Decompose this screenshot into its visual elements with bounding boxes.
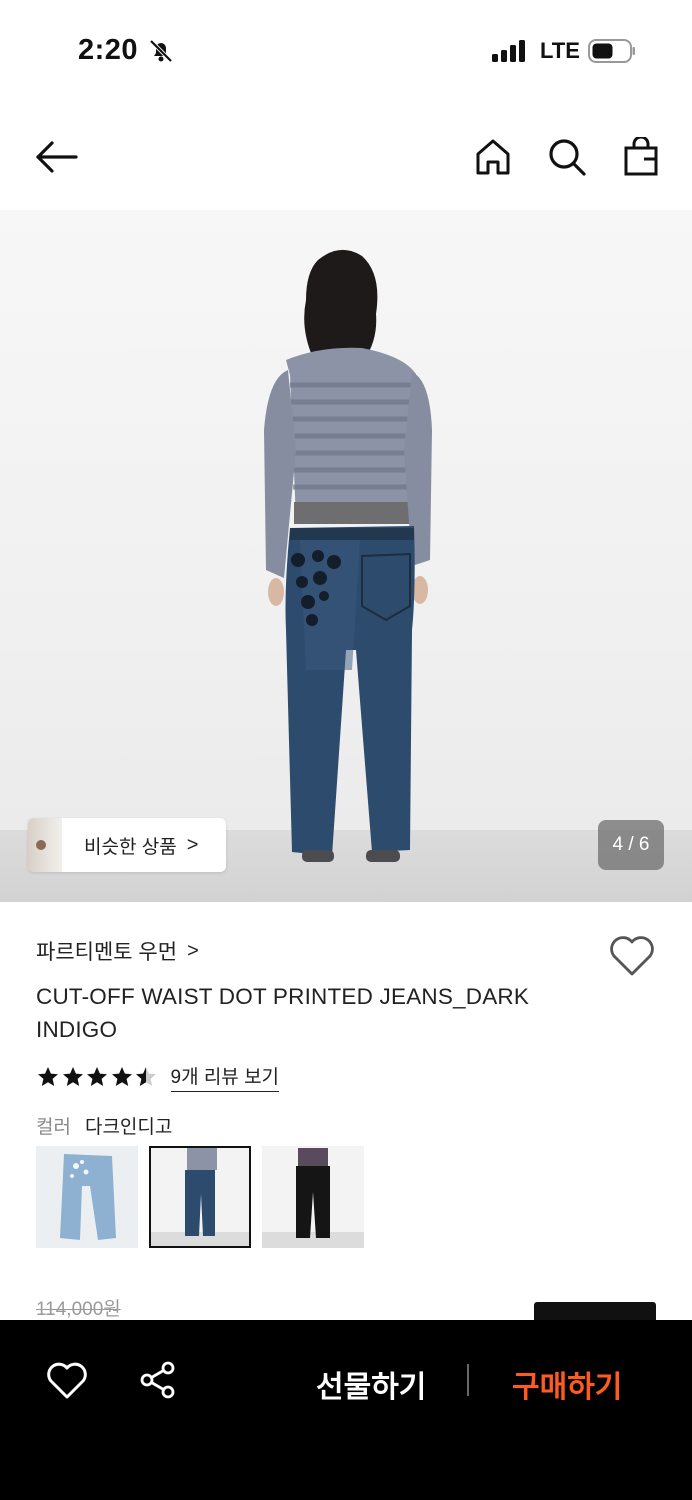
- top-nav: [0, 104, 692, 210]
- home-button[interactable]: [470, 134, 516, 180]
- bottom-action-bar: 선물하기 구매하기: [0, 1320, 692, 1500]
- star-filled-icon: [38, 1067, 58, 1086]
- battery-icon: [588, 39, 635, 63]
- signal-icon: [492, 40, 525, 62]
- color-swatch-light-blue[interactable]: [36, 1146, 138, 1248]
- coupon-button[interactable]: [534, 1302, 656, 1322]
- buy-button[interactable]: 구매하기: [512, 1362, 622, 1406]
- shopping-bag-button[interactable]: [618, 134, 664, 180]
- similar-product-thumbnail: [28, 818, 62, 872]
- swatch-image-light-jeans: [36, 1146, 138, 1248]
- swatch-image-dark-jeans: [149, 1146, 251, 1248]
- status-bar: 2:20 LTE: [0, 0, 692, 104]
- search-button[interactable]: [544, 134, 590, 180]
- color-swatch-black[interactable]: [262, 1146, 364, 1248]
- original-price: 114,000원: [36, 1299, 121, 1320]
- star-filled-icon: [87, 1067, 107, 1086]
- shopping-bag-icon: [624, 137, 658, 176]
- brand-name: 파르티멘토 우먼: [36, 941, 178, 964]
- rating-row: 9개 리뷰 보기: [36, 1062, 280, 1092]
- share-icon: [140, 1361, 175, 1399]
- color-row: 컬러 다크인디고: [36, 1112, 172, 1139]
- heart-icon: [47, 1362, 87, 1399]
- bottom-wishlist-button[interactable]: [46, 1360, 88, 1402]
- search-icon: [549, 139, 586, 176]
- chevron-right-icon: >: [186, 833, 199, 856]
- color-label: 컬러: [36, 1117, 71, 1138]
- arrow-left-icon: [36, 141, 78, 173]
- wishlist-button[interactable]: [608, 934, 656, 978]
- star-filled-icon: [62, 1067, 83, 1086]
- back-button[interactable]: [30, 134, 82, 180]
- product-photo: [264, 249, 432, 862]
- star-filled-icon: [111, 1067, 132, 1086]
- similar-products-button[interactable]: 비슷한 상품 >: [28, 818, 226, 872]
- home-icon: [476, 139, 510, 175]
- swatch-image-black-jeans: [262, 1146, 364, 1248]
- image-page-indicator: 4 / 6: [598, 820, 664, 870]
- gift-button[interactable]: 선물하기: [316, 1362, 426, 1406]
- color-value: 다크인디고: [84, 1117, 173, 1138]
- product-title: CUT-OFF WAIST DOT PRINTED JEANS_DARK IND…: [36, 984, 530, 1042]
- share-button[interactable]: [138, 1360, 178, 1400]
- chevron-right-icon: >: [187, 939, 199, 962]
- star-half-icon: [136, 1067, 156, 1086]
- divider: [467, 1364, 469, 1396]
- similar-products-label: 비슷한 상품: [84, 836, 177, 858]
- review-link[interactable]: 9개 리뷰 보기: [170, 1062, 280, 1092]
- network-type: LTE: [540, 38, 580, 63]
- status-time: 2:20: [78, 34, 139, 66]
- brand-link[interactable]: 파르티멘토 우먼 >: [36, 936, 199, 966]
- color-swatch-dark-indigo[interactable]: [149, 1146, 251, 1248]
- color-swatches: [36, 1146, 375, 1248]
- bell-slash-icon: [149, 39, 173, 63]
- product-image-carousel[interactable]: 비슷한 상품 > 4 / 6: [0, 210, 692, 902]
- heart-icon: [610, 936, 654, 976]
- star-rating: [36, 1065, 159, 1089]
